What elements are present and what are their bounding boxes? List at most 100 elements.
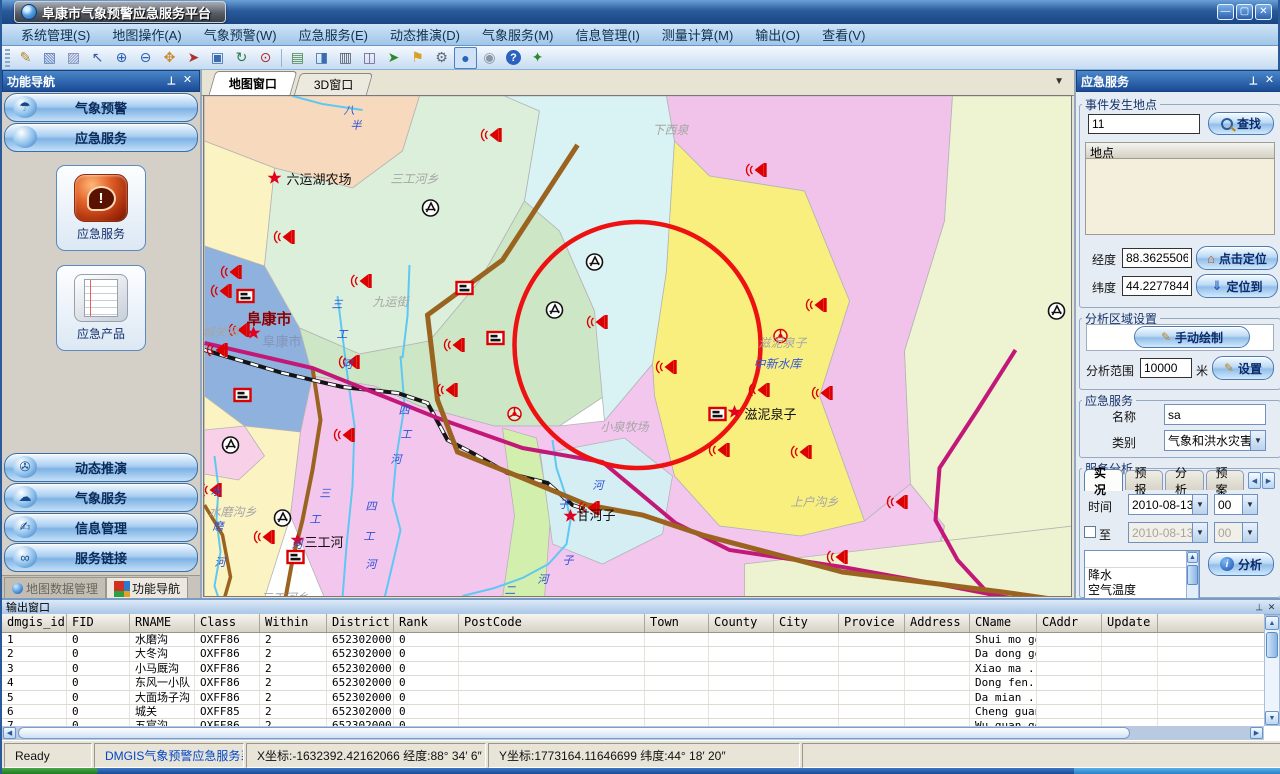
- scroll-left-icon[interactable]: ◀: [3, 727, 16, 739]
- sidebar-item-气象预警[interactable]: ☂气象预警: [4, 93, 198, 122]
- zoom-out-icon[interactable]: ⊖: [134, 47, 157, 69]
- full-extent-icon[interactable]: ▣: [206, 47, 229, 69]
- help-icon[interactable]: ?: [502, 47, 525, 69]
- analyze-button[interactable]: i 分析: [1208, 552, 1274, 576]
- close-icon[interactable]: ✕: [1262, 74, 1277, 88]
- locate-to-button[interactable]: ⇓ 定位到: [1196, 274, 1278, 298]
- pin-icon[interactable]: ⊣: [1252, 602, 1265, 613]
- sidebar-item-应急服务[interactable]: 应急服务: [4, 123, 198, 152]
- longitude-input[interactable]: [1122, 248, 1192, 268]
- map-marker-flag[interactable]: [488, 332, 504, 344]
- map-tab-地图窗口[interactable]: 地图窗口: [209, 71, 298, 95]
- column-header-FID[interactable]: FID: [67, 614, 130, 632]
- zoom-select-icon[interactable]: ⊙: [254, 47, 277, 69]
- sidebar-item-信息管理[interactable]: ✍信息管理: [4, 513, 198, 542]
- column-header-Update[interactable]: Update: [1102, 614, 1158, 632]
- layers-icon[interactable]: ▤: [286, 47, 309, 69]
- select-pointer-icon[interactable]: ↖: [86, 47, 109, 69]
- globe-service-icon[interactable]: ●: [454, 47, 477, 69]
- analysis-tab-实况[interactable]: 实况: [1084, 469, 1123, 491]
- service-name-input[interactable]: [1164, 404, 1266, 425]
- map-marker-station[interactable]: [423, 200, 439, 216]
- listbox-scrollbar[interactable]: ▲: [1186, 551, 1199, 598]
- element-item-空气温度[interactable]: 空气温度: [1085, 583, 1199, 598]
- table-row[interactable]: 20大冬沟OXFF8626523020000Da dong gou: [2, 647, 1264, 661]
- pin-icon[interactable]: ⊣: [163, 74, 178, 88]
- menu-item-动态推演D[interactable]: 动态推演(D): [379, 23, 471, 46]
- scroll-down-icon[interactable]: ▼: [1265, 711, 1279, 725]
- column-header-Class[interactable]: Class: [195, 614, 260, 632]
- table-row[interactable]: 70五官沟OXFF8626523020000Wu guan gou: [2, 719, 1264, 726]
- column-header-Provice[interactable]: Provice: [839, 614, 905, 632]
- click-locate-button[interactable]: ⌂ 点击定位: [1196, 246, 1278, 270]
- map-marker-station[interactable]: [223, 437, 239, 453]
- column-header-Address[interactable]: Address: [905, 614, 970, 632]
- tab-地图数据管理[interactable]: 地图数据管理: [4, 577, 106, 598]
- settings-gear-icon[interactable]: ⚙: [430, 47, 453, 69]
- analysis-tab-预案[interactable]: 预案: [1206, 470, 1245, 490]
- output-horizontal-scrollbar[interactable]: ◀ ▶: [2, 726, 1264, 740]
- table-row[interactable]: 60城关OXFF8526523020000Cheng guan: [2, 705, 1264, 719]
- minimize-button[interactable]: —: [1217, 4, 1234, 20]
- analysis-tab-分析[interactable]: 分析: [1165, 470, 1204, 490]
- map-marker-station[interactable]: [275, 510, 291, 526]
- restore-button[interactable]: ▢: [1236, 4, 1253, 20]
- column-header-County[interactable]: County: [709, 614, 774, 632]
- tool-button-应急产品[interactable]: 应急产品: [56, 265, 146, 351]
- print-icon[interactable]: ▥: [334, 47, 357, 69]
- menu-item-地图操作A[interactable]: 地图操作(A): [101, 23, 192, 46]
- map-marker-station[interactable]: [547, 302, 563, 318]
- column-header-District[interactable]: District: [327, 614, 394, 632]
- select-polygon-icon[interactable]: ▨: [62, 47, 85, 69]
- map-marker-station[interactable]: [587, 254, 603, 270]
- close-button[interactable]: ✕: [1255, 4, 1272, 20]
- map-marker-station[interactable]: [1049, 303, 1065, 319]
- visibility-eye-icon[interactable]: ◉: [478, 47, 501, 69]
- place-list[interactable]: [1085, 159, 1275, 235]
- map-marker-flag[interactable]: [235, 389, 251, 401]
- pin-icon[interactable]: ⊣: [1245, 74, 1260, 88]
- map-marker-flag[interactable]: [238, 290, 254, 302]
- manual-draw-button[interactable]: ✎ 手动绘制: [1134, 326, 1250, 348]
- export-map-icon[interactable]: ◨: [310, 47, 333, 69]
- column-header-City[interactable]: City: [774, 614, 839, 632]
- column-header-Within[interactable]: Within: [260, 614, 327, 632]
- tab-scroll-left-icon[interactable]: ◀: [1248, 472, 1261, 489]
- refresh-view-icon[interactable]: ↻: [230, 47, 253, 69]
- map-marker-flag[interactable]: [288, 551, 304, 563]
- tab-功能导航[interactable]: 功能导航: [106, 577, 188, 598]
- select-feature-icon[interactable]: ➤: [382, 47, 405, 69]
- menu-item-气象服务M[interactable]: 气象服务(M): [471, 23, 565, 46]
- menu-item-信息管理I[interactable]: 信息管理(I): [565, 23, 651, 46]
- column-header-CName[interactable]: CName: [970, 614, 1037, 632]
- scrollbar-thumb[interactable]: [18, 727, 1130, 739]
- hour-select[interactable]: 00 ▼: [1214, 494, 1258, 515]
- menu-item-测量计算M[interactable]: 测量计算(M): [651, 23, 745, 46]
- close-icon[interactable]: ✕: [1265, 602, 1278, 613]
- column-header-CAddr[interactable]: CAddr: [1037, 614, 1102, 632]
- table-row[interactable]: 40东风一小队OXFF8626523020000Dong fen...: [2, 676, 1264, 690]
- map-marker-flag[interactable]: [710, 408, 726, 420]
- service-type-select[interactable]: 气象和洪水灾害 ▼: [1164, 430, 1266, 451]
- toolbar-grip[interactable]: [5, 49, 10, 67]
- location-search-input[interactable]: [1088, 114, 1200, 134]
- measure-icon[interactable]: ✎: [14, 47, 37, 69]
- scroll-right-icon[interactable]: ▶: [1250, 727, 1263, 739]
- print-setup-icon[interactable]: ◫: [358, 47, 381, 69]
- scroll-up-icon[interactable]: ▲: [1265, 616, 1279, 630]
- menu-item-输出O[interactable]: 输出(O): [744, 23, 811, 46]
- map-canvas[interactable]: 阜康市阜康市六运湖农场三工河滋泥泉子甘河子三工河乡下西泉九运街城关镇水磨沟乡三工…: [203, 95, 1072, 597]
- close-icon[interactable]: ✕: [180, 74, 195, 88]
- tool-button-应急服务[interactable]: !应急服务: [56, 165, 146, 251]
- map-marker-spoke[interactable]: [508, 408, 521, 421]
- map-marker-flag[interactable]: [457, 282, 473, 294]
- zoom-in-icon[interactable]: ⊕: [110, 47, 133, 69]
- latitude-input[interactable]: [1122, 276, 1192, 296]
- range-input[interactable]: [1140, 358, 1192, 378]
- table-row[interactable]: 50大面场子沟OXFF8626523020000Da mian ...: [2, 691, 1264, 705]
- sidebar-item-气象服务[interactable]: ☁气象服务: [4, 483, 198, 512]
- analysis-tab-预报[interactable]: 预报: [1125, 470, 1164, 490]
- pan-icon[interactable]: ✥: [158, 47, 181, 69]
- pointer-icon[interactable]: ➤: [182, 47, 205, 69]
- select-rectangle-icon[interactable]: ▧: [38, 47, 61, 69]
